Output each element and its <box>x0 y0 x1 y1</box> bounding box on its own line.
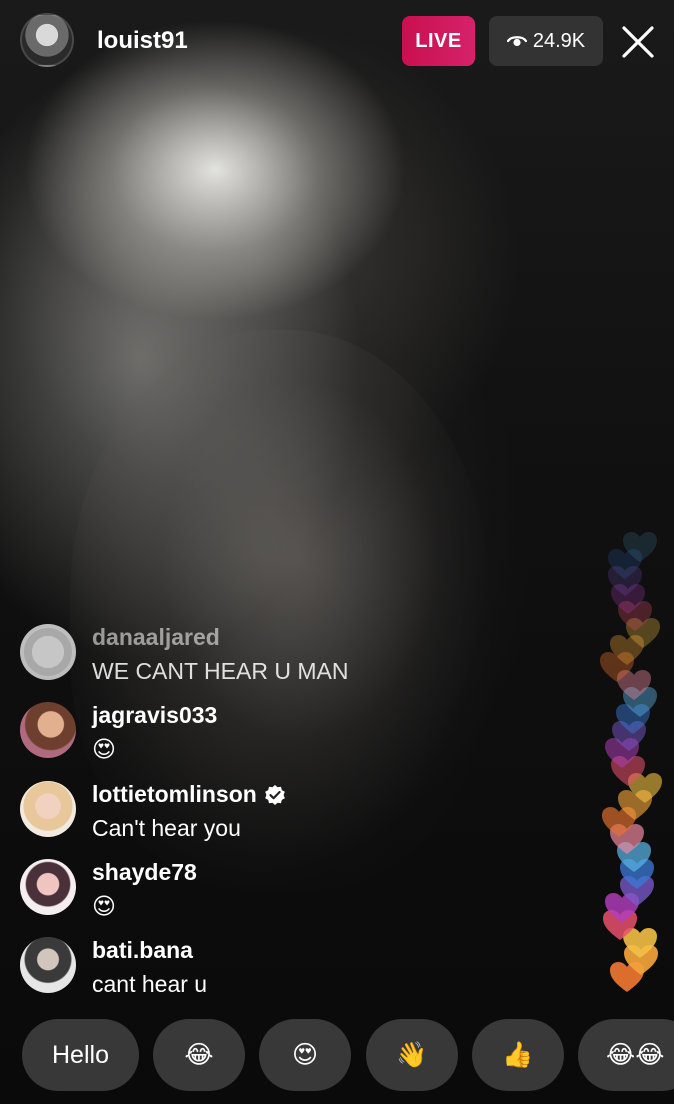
comment-text: cant hear u <box>92 971 208 997</box>
comment-username-text: shayde78 <box>92 859 197 885</box>
comment-username-text: jagravis033 <box>92 702 218 728</box>
quick-reply-hello[interactable]: Hello <box>22 1019 139 1091</box>
comment-text: 😍 <box>92 736 116 762</box>
live-badge: LIVE <box>402 16 475 66</box>
comment-item: bati.bana cant hear u <box>0 931 600 1001</box>
quick-reply-laughing-emoji[interactable]: 😂 <box>153 1019 245 1091</box>
host-avatar[interactable] <box>20 13 74 67</box>
comment-username[interactable]: danaaljared <box>92 624 220 651</box>
comment-text: 😍 <box>92 893 116 919</box>
live-header: louist91 LIVE 24.9K <box>0 0 674 84</box>
verified-badge-icon <box>265 784 285 805</box>
viewer-count: 24.9K <box>532 29 586 52</box>
quick-reply-wave-emoji[interactable]: 👋 <box>366 1019 458 1091</box>
comment-text: WE CANT HEAR U MAN <box>92 658 349 684</box>
floating-hearts <box>600 520 674 992</box>
heart-icon <box>622 532 657 562</box>
quick-reply-bar: Hello 😂 😍 👋 👍 😂😂 <box>0 1015 674 1095</box>
comment-username[interactable]: lottietomlinson <box>92 781 286 808</box>
comment-username-text: danaaljared <box>92 624 220 650</box>
quick-reply-heart-eyes-emoji[interactable]: 😍 <box>259 1019 351 1091</box>
quick-reply-laughing-double-emoji[interactable]: 😂😂 <box>578 1019 674 1091</box>
comment-username-text: bati.bana <box>92 937 193 963</box>
comment-item: shayde78 😍 <box>0 853 600 923</box>
close-icon[interactable] <box>618 22 658 62</box>
comment-avatar[interactable] <box>20 702 76 758</box>
comment-item: lottietomlinson Can't hear you <box>0 775 600 845</box>
viewer-count-badge[interactable]: 24.9K <box>489 16 603 66</box>
comment-item: jagravis033 😍 <box>0 696 600 766</box>
host-username[interactable]: louist91 <box>97 27 188 55</box>
eye-icon <box>506 36 527 47</box>
comment-text: Can't hear you <box>92 815 241 841</box>
comment-item: danaaljared WE CANT HEAR U MAN <box>0 618 600 688</box>
comment-avatar[interactable] <box>20 624 76 680</box>
comment-avatar[interactable] <box>20 781 76 837</box>
quick-reply-thumbs-up-emoji[interactable]: 👍 <box>472 1019 564 1091</box>
comment-avatar[interactable] <box>20 937 76 993</box>
comment-avatar[interactable] <box>20 859 76 915</box>
comment-username[interactable]: shayde78 <box>92 859 197 886</box>
comment-username-text: lottietomlinson <box>92 781 257 807</box>
comment-username[interactable]: bati.bana <box>92 937 193 964</box>
comment-username[interactable]: jagravis033 <box>92 702 217 729</box>
